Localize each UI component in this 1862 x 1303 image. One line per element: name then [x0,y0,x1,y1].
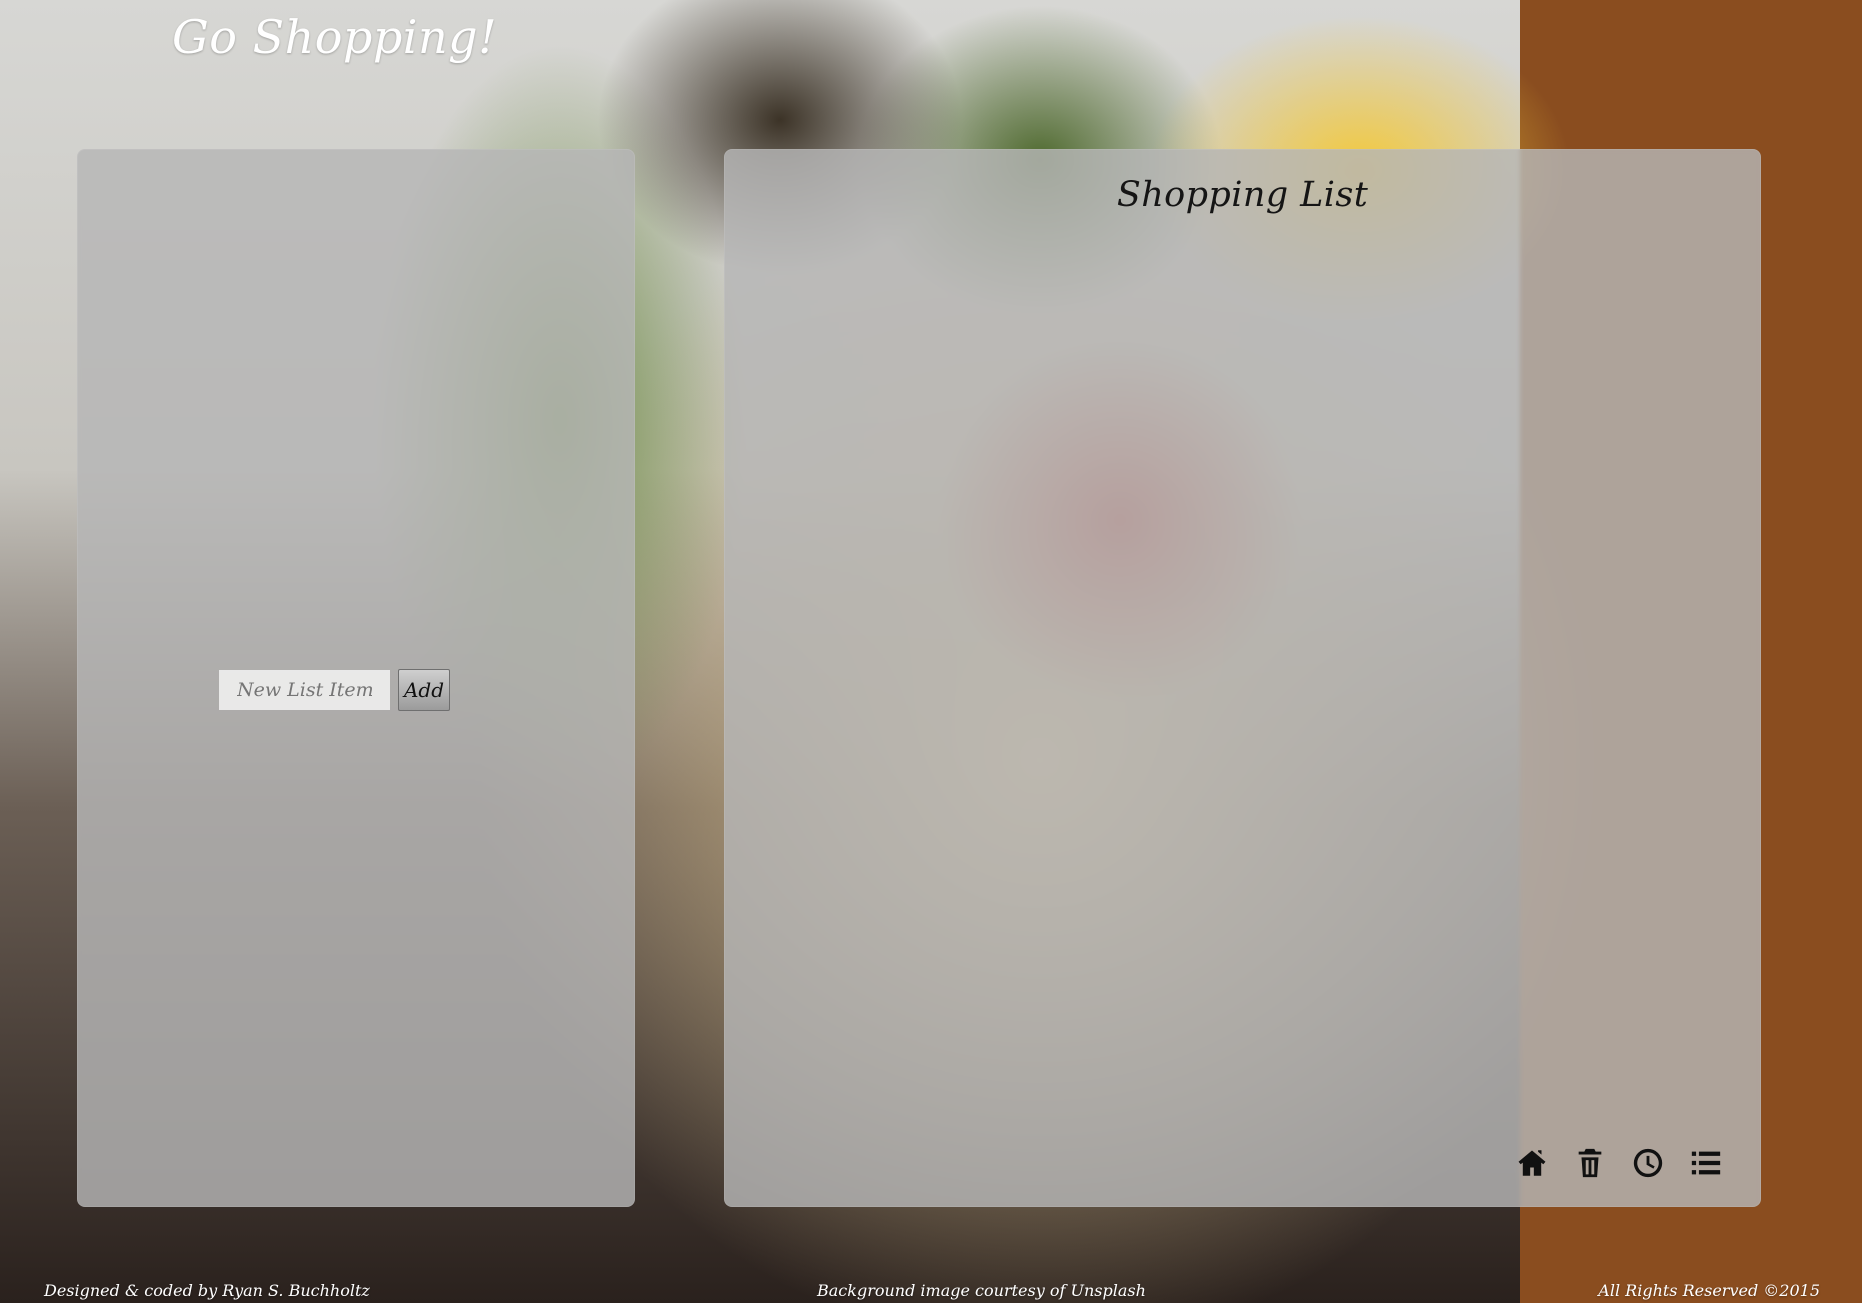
trash-icon [1578,1148,1602,1178]
trash-button[interactable] [1572,1145,1608,1181]
shopping-list-title: Shopping List [1116,175,1369,215]
copyright-notice: All Rights Reserved ©2015 [1598,1281,1820,1300]
list-icon [1691,1151,1721,1175]
list-toolbar [1514,1145,1724,1181]
add-item-form: Add [219,669,450,711]
add-item-panel: Add [77,149,635,1207]
background-credit: Background image courtesy of Unsplash [817,1281,1146,1300]
shopping-list-panel: Shopping List [724,149,1761,1207]
new-list-item-input[interactable] [219,670,390,710]
history-button[interactable] [1630,1145,1666,1181]
home-button[interactable] [1514,1145,1550,1181]
home-icon [1518,1150,1546,1176]
site-title: Go Shopping! [172,10,498,64]
clock-icon [1633,1148,1663,1178]
add-button[interactable]: Add [398,669,450,711]
footer-credit: Designed & coded by Ryan S. Buchholtz [44,1281,370,1300]
list-view-button[interactable] [1688,1145,1724,1181]
